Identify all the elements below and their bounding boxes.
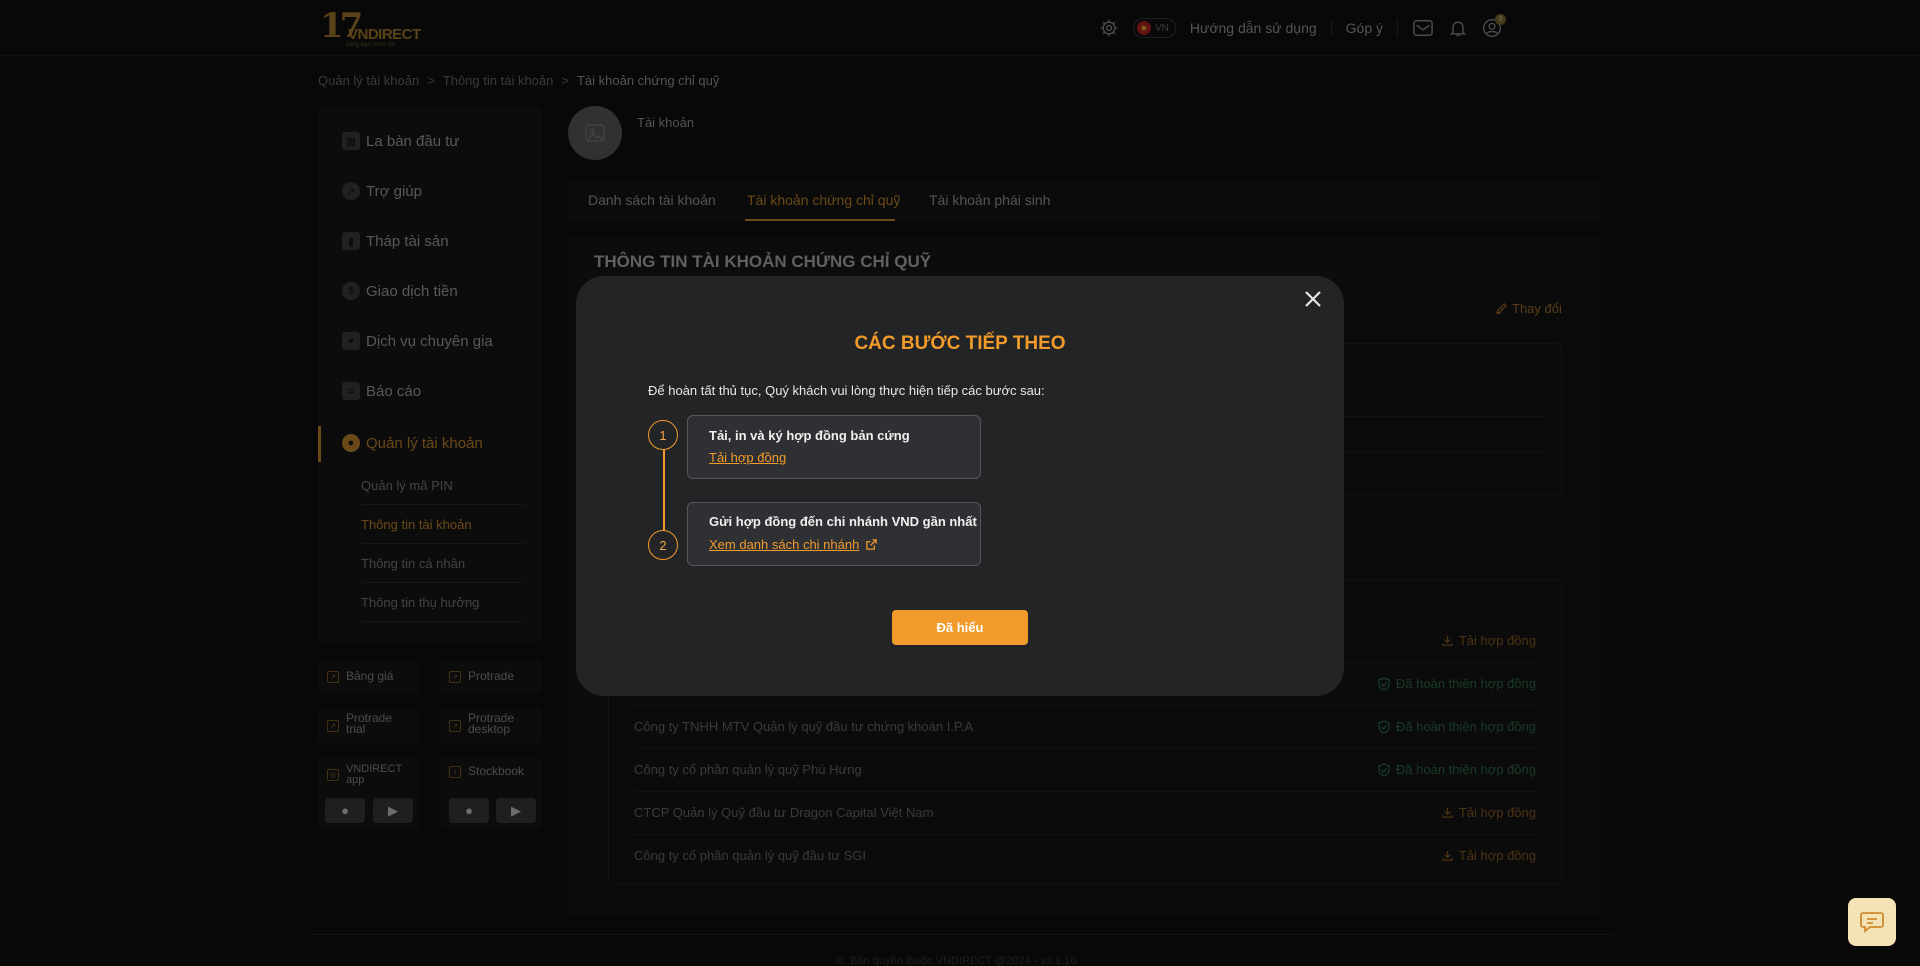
external-link-icon [866, 539, 878, 550]
modal-title: CÁC BƯỚC TIẾP THEO [854, 333, 1066, 354]
close-icon [1305, 291, 1321, 307]
step-card [687, 415, 981, 479]
link-label: Tải hợp đồng [709, 450, 787, 465]
modal-intro: Để hoàn tất thủ tục, Quý khách vui lòng … [648, 383, 1045, 398]
link-label: Xem danh sách chi nhánh [709, 537, 860, 552]
understood-button[interactable]: Đã hiểu [892, 610, 1028, 645]
step-card [687, 502, 981, 566]
chat-bubble-icon [1860, 912, 1884, 933]
download-contract-link[interactable]: Tải hợp đồng [709, 450, 786, 465]
close-button[interactable] [1300, 286, 1326, 312]
branch-list-link[interactable]: Xem danh sách chi nhánh [709, 537, 878, 552]
step-number: 2 [648, 530, 678, 560]
step-title: Tải, in và ký hợp đồng bản cứng [709, 428, 910, 443]
step-title: Gửi hợp đồng đến chi nhánh VND gần nhất [709, 514, 977, 529]
step-connector [663, 450, 665, 530]
chat-support-button[interactable] [1848, 898, 1896, 946]
step-number: 1 [648, 420, 678, 450]
